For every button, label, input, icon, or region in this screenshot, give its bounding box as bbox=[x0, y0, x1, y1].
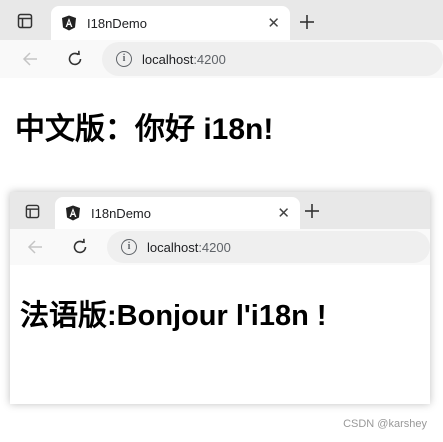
address-port: :4200 bbox=[193, 51, 226, 67]
browser-window-french: I18nDemo ✕ i localhost:4200 法语版:Bonjour … bbox=[10, 192, 430, 404]
angular-logo-icon bbox=[62, 15, 76, 31]
reload-icon[interactable] bbox=[71, 238, 89, 256]
tab-strip: I18nDemo ✕ bbox=[10, 192, 430, 229]
reload-icon[interactable] bbox=[66, 50, 84, 68]
tab-title: I18nDemo bbox=[91, 205, 151, 221]
close-icon[interactable]: ✕ bbox=[267, 16, 280, 31]
watermark: CSDN @karshey bbox=[343, 418, 427, 430]
back-arrow-icon[interactable] bbox=[22, 51, 38, 67]
tab-title: I18nDemo bbox=[87, 15, 147, 31]
sidebar-icon[interactable] bbox=[25, 204, 40, 219]
page-heading: 法语版:Bonjour l'i18n ! bbox=[20, 300, 327, 332]
navigation-toolbar: i localhost:4200 bbox=[0, 40, 443, 78]
address-bar[interactable]: i localhost:4200 bbox=[107, 231, 430, 263]
angular-logo-icon bbox=[66, 205, 80, 221]
page-heading: 中文版：你好 i18n! bbox=[15, 113, 274, 146]
sidebar-icon[interactable] bbox=[17, 13, 33, 29]
plus-icon[interactable] bbox=[299, 14, 315, 30]
info-icon[interactable]: i bbox=[116, 51, 132, 67]
browser-window-chinese: I18nDemo ✕ i localhost:4200 中文版：你好 i18n! bbox=[0, 0, 443, 150]
address-host: localhost bbox=[142, 51, 194, 67]
back-arrow-icon[interactable] bbox=[27, 239, 43, 255]
info-icon[interactable]: i bbox=[121, 239, 137, 255]
plus-icon[interactable] bbox=[304, 203, 320, 219]
close-icon[interactable]: ✕ bbox=[277, 206, 290, 221]
tab-strip: I18nDemo ✕ bbox=[0, 0, 443, 40]
address-bar[interactable]: i localhost:4200 bbox=[102, 42, 443, 76]
tab-i18ndemo[interactable]: I18nDemo ✕ bbox=[51, 6, 290, 40]
tab-i18ndemo[interactable]: I18nDemo ✕ bbox=[55, 197, 300, 229]
address-host: localhost bbox=[147, 239, 199, 255]
address-port: :4200 bbox=[198, 239, 231, 255]
navigation-toolbar: i localhost:4200 bbox=[10, 229, 430, 265]
